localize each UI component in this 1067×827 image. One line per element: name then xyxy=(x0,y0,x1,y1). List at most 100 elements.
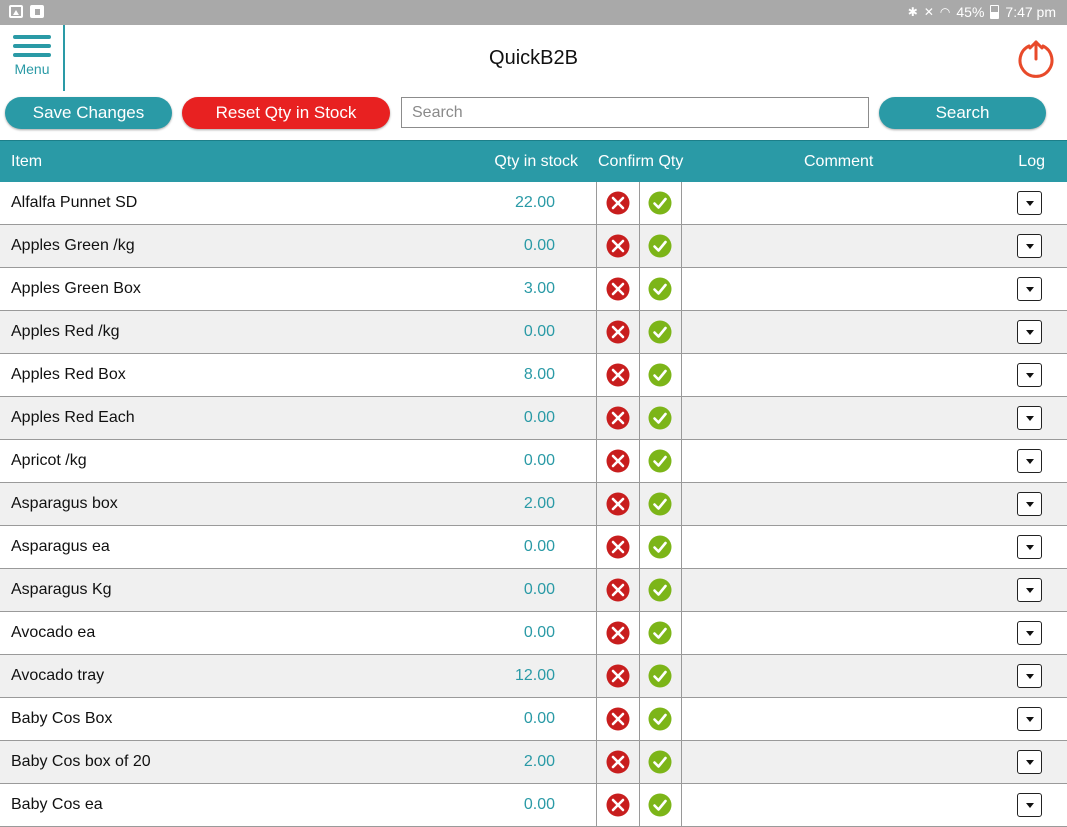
confirm-qty-icon[interactable] xyxy=(648,191,672,215)
column-divider xyxy=(596,182,597,224)
qty-in-stock[interactable]: 0.00 xyxy=(524,452,555,470)
log-dropdown-button[interactable] xyxy=(1017,277,1042,301)
confirm-qty-icon[interactable] xyxy=(648,578,672,602)
reject-qty-icon[interactable] xyxy=(606,449,630,473)
reject-qty-icon[interactable] xyxy=(606,492,630,516)
column-divider xyxy=(639,225,640,267)
confirm-qty-icon[interactable] xyxy=(648,535,672,559)
reject-qty-icon[interactable] xyxy=(606,277,630,301)
reject-qty-icon[interactable] xyxy=(606,707,630,731)
log-dropdown-button[interactable] xyxy=(1017,750,1042,774)
qty-in-stock[interactable]: 2.00 xyxy=(524,753,555,771)
confirm-qty-icon[interactable] xyxy=(648,492,672,516)
item-name: Asparagus ea xyxy=(11,538,110,555)
qty-in-stock[interactable]: 3.00 xyxy=(524,280,555,298)
column-divider xyxy=(639,655,640,697)
reject-qty-icon[interactable] xyxy=(606,750,630,774)
flipboard-notification-icon xyxy=(30,5,44,18)
reject-qty-icon[interactable] xyxy=(606,320,630,344)
comment-field[interactable] xyxy=(686,532,1006,562)
search-button[interactable]: Search xyxy=(879,97,1046,129)
log-dropdown-button[interactable] xyxy=(1017,191,1042,215)
reject-qty-icon[interactable] xyxy=(606,363,630,387)
confirm-qty-icon[interactable] xyxy=(648,750,672,774)
reject-qty-icon[interactable] xyxy=(606,234,630,258)
comment-field[interactable] xyxy=(686,575,1006,605)
log-dropdown-button[interactable] xyxy=(1017,664,1042,688)
reject-qty-icon[interactable] xyxy=(606,406,630,430)
confirm-qty-icon[interactable] xyxy=(648,707,672,731)
confirm-qty-icon[interactable] xyxy=(648,793,672,817)
reset-qty-button[interactable]: Reset Qty in Stock xyxy=(182,97,390,129)
app-title: QuickB2B xyxy=(489,47,578,69)
comment-field[interactable] xyxy=(686,790,1006,820)
column-divider xyxy=(639,698,640,740)
item-name: Apples Green /kg xyxy=(11,237,135,254)
qty-in-stock[interactable]: 0.00 xyxy=(524,581,555,599)
log-dropdown-button[interactable] xyxy=(1017,449,1042,473)
log-dropdown-button[interactable] xyxy=(1017,621,1042,645)
qty-in-stock[interactable]: 0.00 xyxy=(524,624,555,642)
log-dropdown-button[interactable] xyxy=(1017,406,1042,430)
column-divider xyxy=(596,311,597,353)
confirm-qty-icon[interactable] xyxy=(648,320,672,344)
confirm-qty-icon[interactable] xyxy=(648,621,672,645)
qty-in-stock[interactable]: 8.00 xyxy=(524,366,555,384)
column-divider xyxy=(596,698,597,740)
comment-field[interactable] xyxy=(686,704,1006,734)
reject-qty-icon[interactable] xyxy=(606,664,630,688)
item-name: Baby Cos ea xyxy=(11,796,103,813)
item-name: Apples Green Box xyxy=(11,280,141,297)
comment-field[interactable] xyxy=(686,403,1006,433)
search-input[interactable] xyxy=(401,97,869,128)
log-dropdown-button[interactable] xyxy=(1017,535,1042,559)
battery-icon xyxy=(990,5,1000,19)
qty-in-stock[interactable]: 0.00 xyxy=(524,237,555,255)
log-dropdown-button[interactable] xyxy=(1017,578,1042,602)
reject-qty-icon[interactable] xyxy=(606,535,630,559)
confirm-qty-icon[interactable] xyxy=(648,277,672,301)
comment-field[interactable] xyxy=(686,360,1006,390)
column-divider xyxy=(681,225,682,267)
reject-qty-icon[interactable] xyxy=(606,578,630,602)
reject-qty-icon[interactable] xyxy=(606,621,630,645)
qty-in-stock[interactable]: 0.00 xyxy=(524,323,555,341)
log-dropdown-button[interactable] xyxy=(1017,492,1042,516)
comment-field[interactable] xyxy=(686,317,1006,347)
qty-in-stock[interactable]: 0.00 xyxy=(524,710,555,728)
log-dropdown-button[interactable] xyxy=(1017,320,1042,344)
comment-field[interactable] xyxy=(686,661,1006,691)
comment-field[interactable] xyxy=(686,274,1006,304)
log-dropdown-button[interactable] xyxy=(1017,363,1042,387)
column-divider xyxy=(596,526,597,568)
qty-in-stock[interactable]: 0.00 xyxy=(524,796,555,814)
reject-qty-icon[interactable] xyxy=(606,793,630,817)
comment-field[interactable] xyxy=(686,188,1006,218)
log-dropdown-button[interactable] xyxy=(1017,707,1042,731)
column-divider xyxy=(596,397,597,439)
qty-in-stock[interactable]: 22.00 xyxy=(515,194,555,212)
qty-in-stock[interactable]: 0.00 xyxy=(524,538,555,556)
qty-in-stock[interactable]: 2.00 xyxy=(524,495,555,513)
column-divider xyxy=(639,741,640,783)
comment-field[interactable] xyxy=(686,446,1006,476)
item-name: Apples Red /kg xyxy=(11,323,120,340)
confirm-qty-icon[interactable] xyxy=(648,406,672,430)
confirm-qty-icon[interactable] xyxy=(648,664,672,688)
log-dropdown-button[interactable] xyxy=(1017,793,1042,817)
confirm-qty-icon[interactable] xyxy=(648,363,672,387)
reject-qty-icon[interactable] xyxy=(606,191,630,215)
column-divider xyxy=(639,569,640,611)
confirm-qty-icon[interactable] xyxy=(648,449,672,473)
comment-field[interactable] xyxy=(686,747,1006,777)
comment-field[interactable] xyxy=(686,231,1006,261)
logout-button[interactable] xyxy=(1016,38,1056,78)
qty-in-stock[interactable]: 0.00 xyxy=(524,409,555,427)
save-changes-button[interactable]: Save Changes xyxy=(5,97,172,129)
confirm-qty-icon[interactable] xyxy=(648,234,672,258)
qty-in-stock[interactable]: 12.00 xyxy=(515,667,555,685)
table-row: Asparagus Kg 0.00 xyxy=(0,569,1067,612)
comment-field[interactable] xyxy=(686,618,1006,648)
comment-field[interactable] xyxy=(686,489,1006,519)
log-dropdown-button[interactable] xyxy=(1017,234,1042,258)
